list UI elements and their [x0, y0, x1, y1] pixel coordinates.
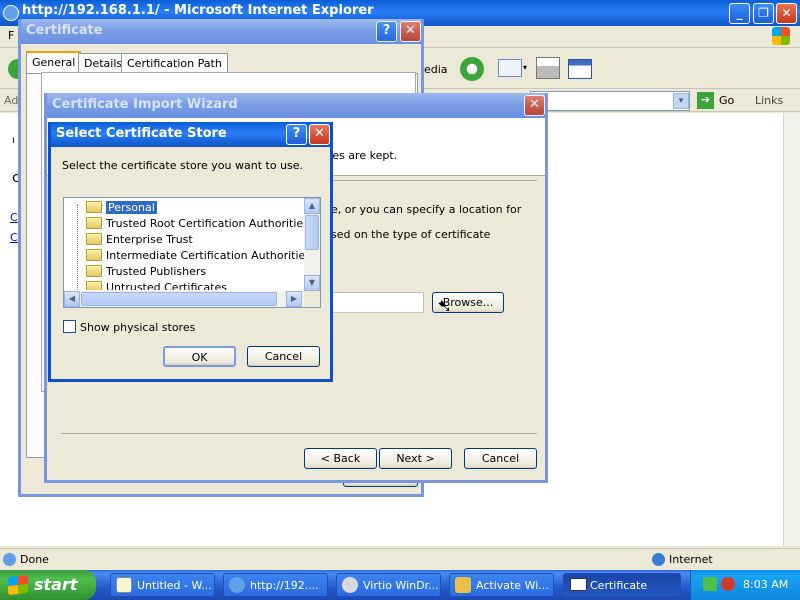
folder-icon [86, 265, 102, 277]
internet-zone-icon [652, 553, 665, 566]
scroll-up-icon[interactable]: ▲ [304, 198, 320, 214]
import-wizard-title-bar[interactable]: Certificate Import Wizard [47, 93, 545, 118]
status-text: Done [20, 553, 49, 566]
menu-file[interactable]: F [8, 29, 14, 42]
folder-icon [86, 217, 102, 229]
import-wizard-close-button[interactable]: ✕ [524, 95, 545, 116]
store-ok-button[interactable]: OK [163, 346, 236, 367]
mouse-cursor-icon: ➷ [437, 296, 453, 317]
select-store-title: Select Certificate Store [56, 126, 227, 141]
tree-item-untrusted[interactable]: Untrusted Certificates [86, 280, 227, 290]
ie-status-bar: Done Internet [0, 548, 800, 570]
certificate-close-button[interactable]: ✕ [400, 21, 421, 42]
address-label: Ad [4, 94, 19, 107]
certificate-icon [570, 578, 587, 591]
import-wizard-title: Certificate Import Wizard [52, 97, 238, 112]
mail-dropdown-icon[interactable]: ▾ [523, 63, 527, 72]
taskbar: start Untitled - W... http://192.... Vir… [0, 570, 800, 600]
folder-icon [86, 249, 102, 261]
wizard-text-3: sed on the type of certificate [331, 228, 491, 241]
user-icon [342, 577, 358, 593]
tree-item-enterprise-trust[interactable]: Enterprise Trust [86, 232, 193, 248]
clock[interactable]: 8:03 AM [743, 578, 788, 591]
tree-item-trusted-root[interactable]: Trusted Root Certification Authorities [86, 216, 309, 232]
select-store-prompt: Select the certificate store you want to… [62, 159, 304, 172]
ie-app-icon [3, 5, 19, 21]
windows-logo-icon [772, 27, 790, 45]
next-button[interactable]: Next > [379, 448, 452, 469]
certificate-title-bar[interactable]: Certificate [21, 19, 421, 44]
network-icon[interactable] [703, 577, 717, 591]
vscroll-thumb[interactable] [305, 215, 319, 250]
page-scrollbar[interactable] [783, 113, 800, 546]
zone-text: Internet [669, 553, 713, 566]
ie-window-title: http://192.168.1.1/ - Microsoft Internet… [22, 3, 374, 18]
address-input[interactable] [530, 91, 690, 111]
certificate-title: Certificate [26, 23, 103, 38]
page-link-1[interactable]: C [10, 211, 18, 224]
ie-close-button[interactable]: ✕ [776, 3, 797, 24]
certificate-help-button[interactable]: ? [376, 21, 397, 42]
task-certificate[interactable]: Certificate [563, 573, 681, 597]
wizard-footer-divider [61, 433, 537, 434]
start-button[interactable]: start [0, 570, 96, 600]
select-store-help-button[interactable]: ? [286, 124, 307, 145]
ie-minimize-button[interactable]: _ [729, 3, 750, 24]
scroll-left-icon[interactable]: ◀ [64, 291, 80, 307]
scroll-down-icon[interactable]: ▼ [304, 275, 320, 291]
show-physical-checkbox[interactable] [63, 320, 76, 333]
tray-alert-icon[interactable] [721, 577, 735, 591]
wizard-cancel-button[interactable]: Cancel [464, 448, 537, 469]
task-activate[interactable]: Activate Wi... [449, 573, 554, 597]
history-icon[interactable] [460, 57, 484, 81]
task-ie[interactable]: http://192.... [223, 573, 328, 597]
go-button-label[interactable]: Go [719, 94, 734, 107]
ie-icon [229, 577, 245, 593]
select-store-close-button[interactable]: ✕ [309, 124, 330, 145]
page-fragment-1: ı [12, 135, 15, 146]
ie-restore-button[interactable]: ❐ [753, 3, 774, 24]
status-page-icon [3, 553, 16, 566]
tree-item-trusted-publishers[interactable]: Trusted Publishers [86, 264, 206, 280]
system-tray: 8:03 AM [690, 570, 800, 600]
toolbar-media-label[interactable]: edia [424, 63, 448, 76]
wizard-text-1: tes are kept. [328, 149, 398, 162]
wizard-text-2: e, or you can specify a location for [331, 203, 522, 216]
store-tree[interactable]: Personal Trusted Root Certification Auth… [63, 197, 321, 308]
hscroll-thumb[interactable] [81, 292, 277, 306]
go-icon[interactable]: ➔ [697, 92, 714, 109]
tab-general[interactable]: General [26, 51, 82, 73]
folder-icon [86, 233, 102, 245]
store-path-field[interactable] [331, 292, 424, 313]
edit-icon[interactable] [568, 59, 592, 79]
select-store-dialog: Select Certificate Store ? ✕ Select the … [48, 122, 333, 382]
links-label[interactable]: Links [755, 94, 783, 107]
back-button[interactable]: < Back [304, 448, 377, 469]
windows-flag-icon [8, 574, 28, 596]
start-label: start [34, 575, 78, 594]
key-icon [455, 577, 471, 593]
scroll-corner [304, 291, 320, 307]
address-dropdown-icon[interactable]: ▾ [673, 93, 689, 109]
mail-icon[interactable] [498, 59, 522, 77]
task-notepad[interactable]: Untitled - W... [110, 573, 215, 597]
notepad-icon [116, 577, 132, 593]
tree-item-personal[interactable]: Personal [86, 200, 157, 216]
tab-certification-path[interactable]: Certification Path [121, 53, 228, 73]
scroll-right-icon[interactable]: ▶ [286, 291, 302, 307]
print-icon[interactable] [536, 57, 560, 79]
task-virtio[interactable]: Virtio WinDr... [336, 573, 441, 597]
tree-guide-line [77, 204, 78, 292]
show-physical-label[interactable]: Show physical stores [80, 321, 195, 334]
tree-item-intermediate[interactable]: Intermediate Certification Authorities [86, 248, 311, 264]
store-cancel-button[interactable]: Cancel [247, 346, 320, 367]
folder-icon [86, 281, 102, 290]
page-link-2[interactable]: C [10, 231, 18, 244]
folder-icon [86, 201, 102, 213]
